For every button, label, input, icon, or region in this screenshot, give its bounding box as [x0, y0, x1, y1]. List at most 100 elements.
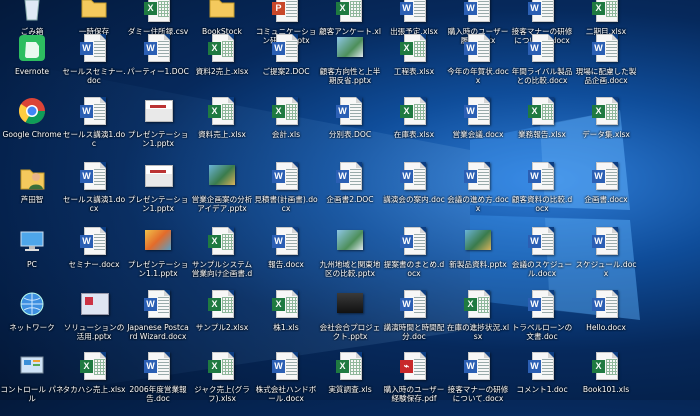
desktop-icon-label: ジャク売上(グラフ).xlsx: [194, 385, 250, 403]
desktop-icon-c8r2[interactable]: X 業務報告.xlsx: [509, 95, 575, 161]
desktop-icon-c6r5[interactable]: W 講演時間と時間配分.doc: [381, 288, 447, 354]
desktop-icon-label: 株式会社ハンドボール.docx: [255, 385, 317, 403]
desktop-icon-c0r1[interactable]: Evernote: [0, 32, 65, 98]
word-file-icon: W: [400, 227, 428, 257]
desktop-icon-c9r6[interactable]: X Book101.xls: [573, 350, 639, 416]
desktop-icon-c7r5[interactable]: X 在庫の進捗状況.xlsx: [445, 288, 511, 354]
desktop-icon-label: 顧客資料の比較.docx: [511, 195, 573, 213]
desktop-icon-c6r2[interactable]: X 在庫表.xlsx: [381, 95, 447, 161]
word-file-icon: W: [80, 162, 108, 192]
desktop-icon-c7r2[interactable]: W 営業会議.docx: [445, 95, 511, 161]
desktop-icon-label: 会議のスケジュール.docx: [511, 260, 573, 278]
desktop-icon-c0r5[interactable]: ネットワーク: [0, 288, 65, 354]
word-file-icon: W: [464, 0, 492, 24]
desktop-icon-c6r3[interactable]: W 講演会の案内.doc: [381, 160, 447, 226]
desktop-icon-c1r6[interactable]: X タカハシ売上.xlsx: [61, 350, 127, 416]
desktop-icon-c1r2[interactable]: W セールス講演1.doc: [61, 95, 127, 161]
word-file-icon: W: [80, 97, 108, 127]
desktop-icon-c6r1[interactable]: X 工程表.xlsx: [381, 32, 447, 98]
desktop-icon-label: Google Chrome: [2, 130, 62, 139]
desktop-icon-c6r4[interactable]: W 提案書のまとめ.docx: [381, 225, 447, 291]
desktop-icon-c8r5[interactable]: W トラベルローンの文書.doc: [509, 288, 575, 354]
desktop-icon-label: セールス講演1.docx: [62, 195, 126, 213]
word-file-icon: W: [80, 227, 108, 257]
desktop-icon-c5r5[interactable]: 会社会合プロジェクト.pptx: [317, 288, 383, 354]
desktop-icon-c2r5[interactable]: W Japanese Postcard Wizard.docx: [125, 288, 191, 354]
desktop-icon-label: 顧客方向性と上半期反省.pptx: [319, 67, 381, 85]
desktop-icon-c4r5[interactable]: X 株1.xls: [253, 288, 319, 354]
desktop-icon-c8r3[interactable]: W 顧客資料の比較.docx: [509, 160, 575, 226]
desktop-icon-c3r5[interactable]: X サンプル2.xlsx: [189, 288, 255, 354]
desktop-icon-label: コメント1.doc: [516, 385, 568, 394]
desktop-icon-c1r5[interactable]: ソリューションの活用.pptx: [61, 288, 127, 354]
desktop-icon-label: 芦田智: [20, 195, 44, 204]
desktop-icon-label: Book101.xls: [582, 385, 630, 394]
excel-file-icon: X: [80, 352, 108, 382]
control-panel-icon: [18, 352, 46, 382]
desktop-icon-c2r2[interactable]: プレゼンテーション1.pptx: [125, 95, 191, 161]
desktop-icon-c7r6[interactable]: W 接客マナーの研修について.docx: [445, 350, 511, 416]
desktop-icon-c1r4[interactable]: W セミナー.docx: [61, 225, 127, 291]
desktop-icon-c3r4[interactable]: X サンプルシステム営業向け企画書.docx: [189, 225, 255, 291]
pdf-file-icon: ⌁: [400, 352, 428, 382]
desktop-icon-c4r2[interactable]: X 会計.xls: [253, 95, 319, 161]
desktop-icon-c2r4[interactable]: プレゼンテーション1.1.pptx: [125, 225, 191, 291]
desktop-icon-c9r1[interactable]: W 現場に配慮した製品企画.docx: [573, 32, 639, 98]
user-folder-icon: [18, 162, 46, 192]
word-file-icon: W: [592, 162, 620, 192]
word-file-icon: W: [144, 34, 172, 64]
desktop-icon-c0r2[interactable]: Google Chrome: [0, 95, 65, 161]
word-file-icon: W: [272, 227, 300, 257]
desktop-icon-c2r6[interactable]: W 2006年度営業報告.doc: [125, 350, 191, 416]
desktop-icon-c7r3[interactable]: W 会議の進め方.docx: [445, 160, 511, 226]
desktop-icon-label: Evernote: [14, 67, 50, 76]
desktop-icon-label: 講演時間と時間配分.doc: [383, 323, 445, 341]
desktop-icon-label: 講演会の案内.doc: [383, 195, 445, 204]
desktop-icon-grid: ごみ箱一時保存Xダミー住所録.csvBookStockPコミュニケーション研修2…: [0, 0, 700, 403]
desktop-icon-c3r2[interactable]: X 資料売上.xlsx: [189, 95, 255, 161]
desktop-icon-label: サンプル2.xlsx: [195, 323, 249, 332]
desktop-icon-c6r6[interactable]: ⌁ 購入時のユーザー経験保存.pdf: [381, 350, 447, 416]
desktop-icon-c4r1[interactable]: W ご提案2.DOC: [253, 32, 319, 98]
desktop-icon-c1r1[interactable]: W セールスセミナー.doc: [61, 32, 127, 98]
desktop-icon-c0r3[interactable]: 芦田智: [0, 160, 65, 226]
desktop-icon-c0r6[interactable]: コントロール パネル: [0, 350, 65, 416]
desktop-icon-label: Japanese Postcard Wizard.docx: [127, 323, 189, 341]
desktop-icon-c8r6[interactable]: W コメント1.doc: [509, 350, 575, 416]
image-file-icon: [336, 34, 364, 64]
desktop-icon-c8r4[interactable]: W 会議のスケジュール.docx: [509, 225, 575, 291]
desktop-icon-c5r6[interactable]: X 実質調査.xls: [317, 350, 383, 416]
desktop-icon-c7r4[interactable]: 新製品資料.pptx: [445, 225, 511, 291]
word-file-icon: W: [528, 352, 556, 382]
desktop-icon-c5r3[interactable]: W 企画書2.DOC: [317, 160, 383, 226]
excel-file-icon: X: [400, 34, 428, 64]
desktop-icon-c3r3[interactable]: 営業企画案の分析アイデア.pptx: [189, 160, 255, 226]
desktop-icon-c2r1[interactable]: W パーティー1.DOC: [125, 32, 191, 98]
desktop-icon-c2r3[interactable]: プレゼンテーション1.pptx: [125, 160, 191, 226]
desktop-icon-c9r2[interactable]: X データ集.xlsx: [573, 95, 639, 161]
word-file-icon: W: [272, 162, 300, 192]
desktop-icon-c4r3[interactable]: W 見積書(計画書).docx: [253, 160, 319, 226]
desktop-icon-c9r3[interactable]: W 企画書.docx: [573, 160, 639, 226]
desktop-icon-c9r5[interactable]: W Hello.docx: [573, 288, 639, 354]
desktop-icon-label: 工程表.xlsx: [393, 67, 435, 76]
desktop-icon-c3r6[interactable]: X ジャク売上(グラフ).xlsx: [189, 350, 255, 416]
word-file-icon: W: [336, 97, 364, 127]
word-file-icon: W: [464, 352, 492, 382]
excel-file-icon: X: [208, 290, 236, 320]
desktop-icon-c8r1[interactable]: W 年間ライバル製品との比較.docx: [509, 32, 575, 98]
desktop-icon-label: 資料2売上.xlsx: [195, 67, 249, 76]
desktop-icon-c7r1[interactable]: W 今年の年賀状.docx: [445, 32, 511, 98]
desktop-icon-c4r4[interactable]: W 報告.docx: [253, 225, 319, 291]
desktop-icon-c0r4[interactable]: PC: [0, 225, 65, 291]
desktop-icon-c9r4[interactable]: W スケジュール.docx: [573, 225, 639, 291]
desktop-icon-c5r1[interactable]: 顧客方向性と上半期反省.pptx: [317, 32, 383, 98]
desktop-icon-c5r4[interactable]: 九州地域と関東地区の比較.pptx: [317, 225, 383, 291]
desktop-icon-label: 今年の年賀状.docx: [447, 67, 509, 85]
desktop-icon-c5r2[interactable]: W 分別表.DOC: [317, 95, 383, 161]
desktop-icon-c4r6[interactable]: W 株式会社ハンドボール.docx: [253, 350, 319, 416]
desktop-icon-c1r3[interactable]: W セールス講演1.docx: [61, 160, 127, 226]
desktop-icon-label: 在庫の進捗状況.xlsx: [446, 323, 510, 341]
desktop-icon-label: Hello.docx: [586, 323, 626, 332]
desktop-icon-c3r1[interactable]: X 資料2売上.xlsx: [189, 32, 255, 98]
